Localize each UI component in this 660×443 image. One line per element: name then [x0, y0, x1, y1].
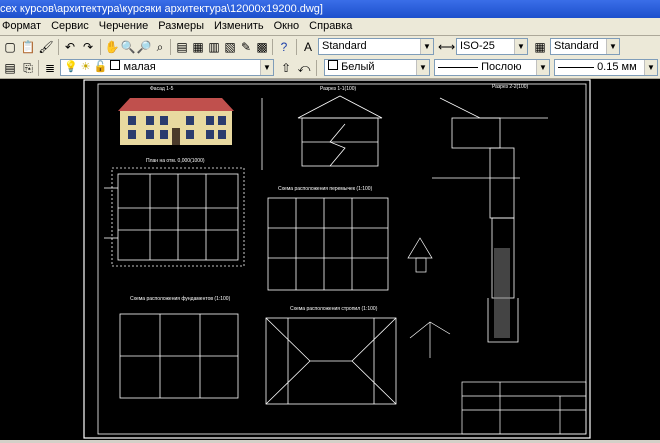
drawing-area[interactable]: Фасад 1-5 План на отм. 0,000(1000) Разре…: [0, 78, 660, 440]
drawing-canvas: Фасад 1-5 План на отм. 0,000(1000) Разре…: [83, 79, 591, 439]
title-block: [461, 381, 587, 435]
menu-dimensions[interactable]: Размеры: [153, 18, 209, 35]
foundation-label: Схема расположения фундаментов (1:100): [130, 296, 231, 302]
facade-door: [172, 128, 180, 145]
linetype-select[interactable]: Послою ▼: [434, 59, 550, 76]
match-properties-icon[interactable]: 🖌: [38, 39, 54, 55]
facade-roof: [118, 98, 234, 111]
paste-icon[interactable]: 📋: [20, 39, 36, 55]
section-label: Разрез 1-1(100): [320, 86, 357, 92]
layer-previous-icon[interactable]: ⤺: [296, 60, 312, 76]
make-current-icon[interactable]: ⇧: [278, 60, 294, 76]
window-title: сех курсов\архитектура\курсяки архитекту…: [0, 3, 323, 15]
layers-properties-toolbar: ▤ ⎘ ≣ 💡 ☀ 🔓 малая ▼ ⇧ ⤺ Белый ▼ Послою ▼ 0.…: [0, 57, 660, 79]
window-title-bar: сех курсов\архитектура\курсяки архитекту…: [0, 0, 660, 18]
zoom-realtime-icon[interactable]: 🔍: [120, 39, 136, 55]
properties-icon[interactable]: ▤: [174, 39, 190, 55]
plan-label: План на отм. 0,000(1000): [146, 158, 205, 164]
linetype-preview: [438, 66, 478, 68]
beams-scheme: [267, 197, 389, 291]
menu-format[interactable]: Формат: [0, 18, 46, 35]
rafters-scheme: [265, 317, 397, 405]
layer-freeze-icon: ☀: [80, 61, 91, 73]
foundation-scheme: [119, 313, 239, 399]
beams-label: Схема расположения перемычек (1:100): [278, 186, 373, 192]
toolbar-separator: [316, 60, 317, 76]
layer-stack-icon: ≣: [44, 61, 56, 75]
menu-service[interactable]: Сервис: [46, 18, 94, 35]
layer-lock-icon: 🔓: [93, 61, 108, 73]
layer-on-icon: 💡: [64, 61, 78, 73]
toolbar-separator: [272, 39, 273, 55]
redo-icon[interactable]: ↷: [80, 39, 96, 55]
pan-icon[interactable]: ✋: [104, 39, 120, 55]
section-2-2: [432, 97, 548, 343]
sheet-set-icon[interactable]: ▧: [222, 39, 238, 55]
standard-toolbar: ▢ 📋 🖌 ↶ ↷ ✋ 🔍 🔎 ⌕ ▤ ▦ ▥ ▧ ✎ ▩ ? A Standa…: [0, 36, 660, 59]
zoom-window-icon[interactable]: 🔎: [136, 39, 152, 55]
toolbar-separator: [296, 39, 297, 55]
floor-plan: [104, 167, 245, 267]
color-swatch: [328, 60, 338, 70]
layer-states-icon[interactable]: ⎘: [20, 60, 36, 76]
lineweight-select[interactable]: 0.15 мм ▼: [554, 59, 658, 76]
facade-label: Фасад 1-5: [150, 86, 174, 92]
toolbar-separator: [38, 60, 39, 76]
dim-style-icon: ⟷: [438, 40, 456, 54]
table-style-select[interactable]: Standard ▼: [550, 38, 620, 55]
menu-help[interactable]: Справка: [304, 18, 357, 35]
copy-icon[interactable]: ▢: [2, 39, 18, 55]
color-select[interactable]: Белый ▼: [324, 59, 430, 76]
layer-select[interactable]: 💡 ☀ 🔓 малая ▼: [60, 59, 274, 76]
menu-modify[interactable]: Изменить: [209, 18, 269, 35]
toolbar-separator: [170, 39, 171, 55]
tool-palettes-icon[interactable]: ▥: [206, 39, 222, 55]
toolbar-separator: [58, 39, 59, 55]
layer-color-swatch: [110, 60, 121, 70]
text-style-select[interactable]: Standard ▼: [318, 38, 434, 55]
undo-icon[interactable]: ↶: [62, 39, 78, 55]
lineweight-preview: [558, 66, 594, 68]
menu-draw[interactable]: Черчение: [94, 18, 154, 35]
section2-label: Разрез 2-2(100): [492, 84, 529, 90]
menu-bar: Формат Сервис Черчение Размеры Изменить Окно С…: [0, 18, 660, 36]
quickcalc-icon[interactable]: ▩: [254, 39, 270, 55]
menu-window[interactable]: Окно: [269, 18, 305, 35]
zoom-previous-icon[interactable]: ⌕: [152, 39, 168, 55]
detail-nodes: [407, 237, 451, 358]
table-style-icon: ▦: [534, 40, 546, 54]
layer-properties-icon[interactable]: ▤: [2, 60, 18, 76]
rafters-label: Схема расположения стропил (1:100): [290, 306, 378, 312]
design-center-icon[interactable]: ▦: [190, 39, 206, 55]
foundation-hatch: [494, 248, 510, 338]
markup-icon[interactable]: ✎: [238, 39, 254, 55]
section-1-1: [261, 95, 383, 170]
help-icon[interactable]: ?: [276, 39, 292, 55]
dim-style-select[interactable]: ISO-25 ▼: [456, 38, 528, 55]
toolbar-separator: [100, 39, 101, 55]
text-style-icon: A: [303, 40, 312, 54]
